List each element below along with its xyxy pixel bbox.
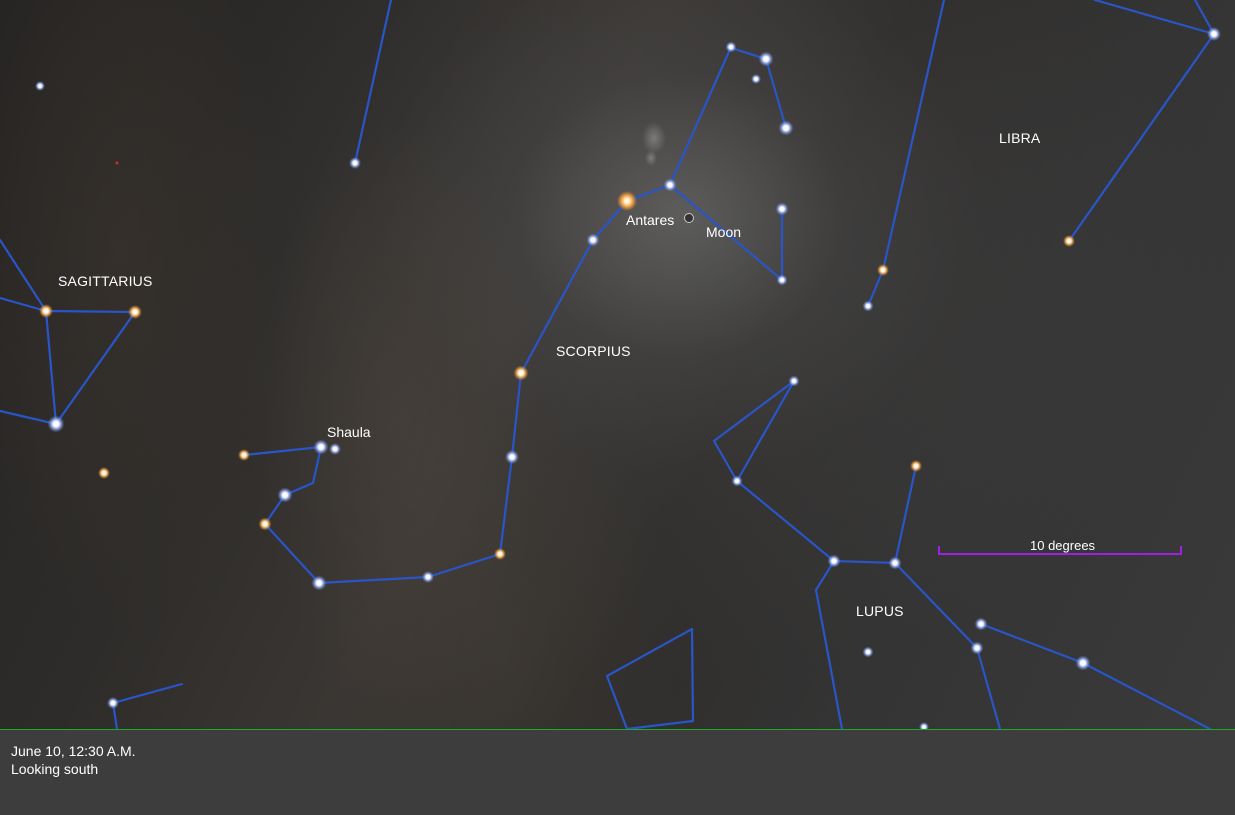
star bbox=[494, 548, 506, 560]
lupus-line bbox=[737, 466, 916, 563]
star bbox=[107, 697, 119, 709]
libra-line bbox=[868, 0, 944, 306]
star bbox=[48, 416, 65, 433]
star bbox=[116, 162, 119, 165]
star bbox=[759, 52, 774, 67]
scorpius-line bbox=[728, 47, 786, 128]
star bbox=[259, 518, 272, 531]
star bbox=[863, 647, 874, 658]
lupus-line bbox=[816, 561, 842, 729]
star bbox=[664, 179, 677, 192]
libra-line bbox=[1069, 0, 1214, 241]
constellation-label-libra: LIBRA bbox=[999, 130, 1040, 146]
lupus-line bbox=[981, 624, 1210, 729]
star bbox=[863, 301, 874, 312]
star bbox=[587, 234, 600, 247]
ophiuchus-line bbox=[355, 0, 391, 163]
lupus-line bbox=[895, 563, 1000, 729]
corona-australis-line bbox=[113, 684, 182, 729]
scale-bar bbox=[938, 546, 1182, 555]
star bbox=[1207, 27, 1221, 41]
star bbox=[505, 450, 519, 464]
star bbox=[975, 618, 988, 631]
constellation-label-sagittarius: SAGITTARIUS bbox=[58, 273, 153, 289]
star bbox=[1063, 235, 1075, 247]
stars bbox=[35, 27, 1221, 729]
star-label-antares: Antares bbox=[626, 212, 674, 228]
star bbox=[514, 366, 529, 381]
star-label-shaula: Shaula bbox=[327, 424, 371, 440]
info-bar: June 10, 12:30 A.M. Looking south bbox=[0, 729, 1235, 815]
constellation-label-scorpius: SCORPIUS bbox=[556, 343, 631, 359]
star bbox=[732, 476, 743, 487]
star bbox=[422, 571, 434, 583]
star bbox=[349, 157, 361, 169]
star bbox=[777, 275, 788, 286]
shaula-star bbox=[314, 440, 329, 455]
constellation-label-lupus: LUPUS bbox=[856, 603, 904, 619]
antares-star bbox=[617, 191, 637, 211]
star bbox=[789, 376, 800, 387]
star bbox=[751, 74, 761, 84]
star bbox=[910, 460, 922, 472]
constellation-lines bbox=[0, 0, 1214, 729]
lupus-line bbox=[714, 381, 794, 481]
sky-map[interactable]: SAGITTARIUS SCORPIUS LIBRA LUPUS Antares… bbox=[0, 0, 1235, 729]
nebula-patch bbox=[645, 150, 657, 166]
star bbox=[35, 81, 45, 91]
star bbox=[278, 488, 293, 503]
sagittarius-line bbox=[0, 240, 135, 424]
moon-label: Moon bbox=[706, 224, 741, 240]
star bbox=[312, 576, 327, 591]
star bbox=[98, 467, 110, 479]
star bbox=[889, 557, 902, 570]
star bbox=[1076, 656, 1091, 671]
star bbox=[919, 722, 929, 729]
star-chart bbox=[0, 0, 1235, 729]
star bbox=[828, 555, 841, 568]
star bbox=[776, 203, 789, 216]
star bbox=[128, 305, 142, 319]
date-time-text: June 10, 12:30 A.M. bbox=[11, 743, 136, 759]
star bbox=[971, 642, 984, 655]
star bbox=[39, 304, 53, 318]
norma-line bbox=[607, 629, 693, 729]
star bbox=[329, 443, 341, 455]
sagittarius-line bbox=[0, 411, 56, 424]
moon-icon[interactable] bbox=[684, 213, 694, 223]
star bbox=[877, 264, 889, 276]
star bbox=[238, 449, 250, 461]
star bbox=[726, 42, 737, 53]
view-direction-text: Looking south bbox=[11, 761, 98, 777]
nebula-patch bbox=[642, 122, 666, 154]
star bbox=[779, 121, 794, 136]
